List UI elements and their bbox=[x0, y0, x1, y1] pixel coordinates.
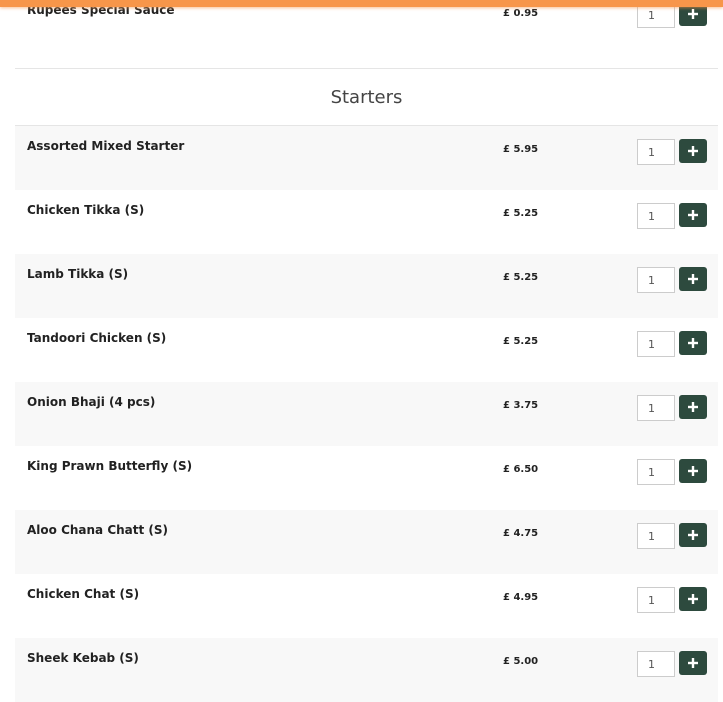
plus-icon bbox=[688, 9, 698, 19]
add-to-order-button[interactable] bbox=[679, 651, 707, 675]
plus-icon bbox=[688, 466, 698, 476]
menu-item: Chicken Chat (S) £ 4.95 bbox=[15, 574, 718, 638]
add-to-order-button[interactable] bbox=[679, 395, 707, 419]
item-price: £ 5.00 bbox=[503, 656, 539, 667]
item-name: Aloo Chana Chatt (S) bbox=[27, 523, 169, 537]
item-name: King Prawn Butterfly (S) bbox=[27, 459, 193, 473]
menu-item: Lamb Tikka (S) £ 5.25 bbox=[15, 254, 718, 318]
add-to-order-button[interactable] bbox=[679, 203, 707, 227]
item-name: Tandoori Chicken (S) bbox=[27, 331, 167, 345]
item-price: £ 0.95 bbox=[503, 8, 539, 19]
plus-icon bbox=[688, 530, 698, 540]
item-price: £ 5.95 bbox=[503, 144, 539, 155]
item-price: £ 5.25 bbox=[503, 208, 539, 219]
item-name: Lamb Tikka (S) bbox=[27, 267, 129, 281]
add-to-order-button[interactable] bbox=[679, 459, 707, 483]
plus-icon bbox=[688, 658, 698, 668]
menu-item: Onion Bhaji (4 pcs) £ 3.75 bbox=[15, 382, 718, 446]
quantity-input[interactable] bbox=[637, 459, 675, 485]
plus-icon bbox=[688, 594, 698, 604]
menu-item: Aloo Chana Chatt (S) £ 4.75 bbox=[15, 510, 718, 574]
quantity-input[interactable] bbox=[637, 587, 675, 613]
add-to-order-button[interactable] bbox=[679, 267, 707, 291]
menu-item: Rupees Special Sauce £ 0.95 bbox=[15, 0, 718, 68]
item-price: £ 4.75 bbox=[503, 528, 539, 539]
plus-icon bbox=[688, 338, 698, 348]
item-price: £ 5.25 bbox=[503, 336, 539, 347]
plus-icon bbox=[688, 274, 698, 284]
menu-item: Chicken Tikka (S) £ 5.25 bbox=[15, 190, 718, 254]
section-title: Starters bbox=[330, 86, 403, 108]
plus-icon bbox=[688, 210, 698, 220]
add-to-order-button[interactable] bbox=[679, 523, 707, 547]
quantity-input[interactable] bbox=[637, 395, 675, 421]
menu-list: Rupees Special Sauce £ 0.95 Starters Ass… bbox=[15, 0, 718, 702]
menu-item: Sheek Kebab (S) £ 5.00 bbox=[15, 638, 718, 702]
add-to-order-button[interactable] bbox=[679, 331, 707, 355]
quantity-input[interactable] bbox=[637, 267, 675, 293]
section-header: Starters bbox=[15, 68, 718, 126]
top-accent-bar bbox=[0, 0, 723, 7]
item-name: Sheek Kebab (S) bbox=[27, 651, 139, 665]
add-to-order-button[interactable] bbox=[679, 139, 707, 163]
item-name: Chicken Chat (S) bbox=[27, 587, 140, 601]
menu-item: Tandoori Chicken (S) £ 5.25 bbox=[15, 318, 718, 382]
quantity-input[interactable] bbox=[637, 139, 675, 165]
plus-icon bbox=[688, 146, 698, 156]
plus-icon bbox=[688, 402, 698, 412]
quantity-input[interactable] bbox=[637, 331, 675, 357]
add-to-order-button[interactable] bbox=[679, 587, 707, 611]
item-name: Chicken Tikka (S) bbox=[27, 203, 145, 217]
item-price: £ 5.25 bbox=[503, 272, 539, 283]
menu-item: King Prawn Butterfly (S) £ 6.50 bbox=[15, 446, 718, 510]
item-name: Onion Bhaji (4 pcs) bbox=[27, 395, 156, 409]
item-name: Assorted Mixed Starter bbox=[27, 139, 185, 153]
quantity-input[interactable] bbox=[637, 203, 675, 229]
item-price: £ 3.75 bbox=[503, 400, 539, 411]
item-price: £ 6.50 bbox=[503, 464, 539, 475]
quantity-input[interactable] bbox=[637, 651, 675, 677]
quantity-input[interactable] bbox=[637, 523, 675, 549]
menu-item: Assorted Mixed Starter £ 5.95 bbox=[15, 126, 718, 190]
item-price: £ 4.95 bbox=[503, 592, 539, 603]
